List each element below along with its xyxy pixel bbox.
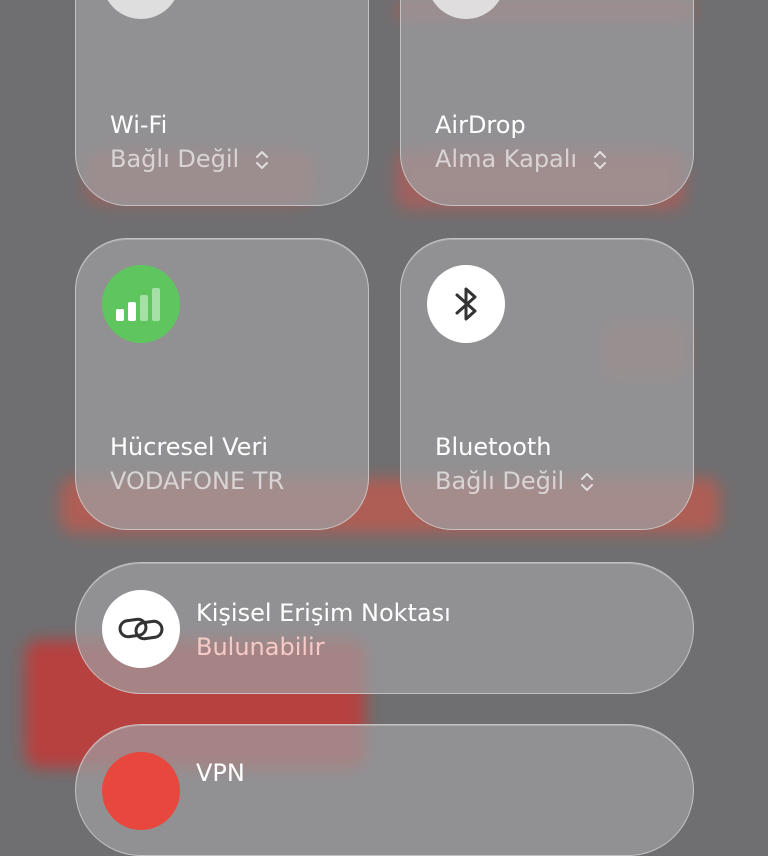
cellular-data-tile[interactable]: Hücresel Veri VODAFONE TR bbox=[75, 238, 369, 530]
bluetooth-subtitle-row: Bağlı Değil bbox=[435, 467, 594, 495]
airdrop-subtitle: Alma Kapalı bbox=[435, 145, 578, 173]
bluetooth-tile[interactable]: Bluetooth Bağlı Değil bbox=[400, 238, 694, 530]
wifi-subtitle: Bağlı Değil bbox=[110, 145, 240, 173]
cellular-subtitle: VODAFONE TR bbox=[110, 467, 285, 495]
vpn-title: VPN bbox=[196, 759, 245, 787]
link-icon bbox=[102, 590, 180, 668]
chevron-updown-icon bbox=[255, 151, 268, 169]
chevron-updown-icon bbox=[580, 473, 593, 491]
chevron-updown-icon bbox=[593, 151, 606, 169]
airdrop-tile[interactable]: AirDrop Alma Kapalı bbox=[400, 0, 694, 206]
personal-hotspot-tile[interactable]: Kişisel Erişim Noktası Bulunabilir bbox=[75, 562, 694, 694]
hotspot-subtitle: Bulunabilir bbox=[196, 633, 325, 661]
wifi-icon bbox=[102, 0, 180, 19]
airdrop-icon bbox=[427, 0, 505, 19]
vpn-tile[interactable]: VPN bbox=[75, 724, 694, 856]
wifi-title: Wi-Fi bbox=[110, 111, 168, 139]
cellular-title: Hücresel Veri bbox=[110, 433, 268, 461]
cellular-signal-icon bbox=[102, 265, 180, 343]
hotspot-title: Kişisel Erişim Noktası bbox=[196, 599, 451, 627]
wifi-tile[interactable]: Wi-Fi Bağlı Değil bbox=[75, 0, 369, 206]
bluetooth-subtitle: Bağlı Değil bbox=[435, 467, 565, 495]
bluetooth-title: Bluetooth bbox=[435, 433, 552, 461]
vpn-icon bbox=[102, 752, 180, 830]
bluetooth-icon bbox=[427, 265, 505, 343]
wifi-subtitle-row: Bağlı Değil bbox=[110, 145, 269, 173]
airdrop-title: AirDrop bbox=[435, 111, 526, 139]
airdrop-subtitle-row: Alma Kapalı bbox=[435, 145, 607, 173]
